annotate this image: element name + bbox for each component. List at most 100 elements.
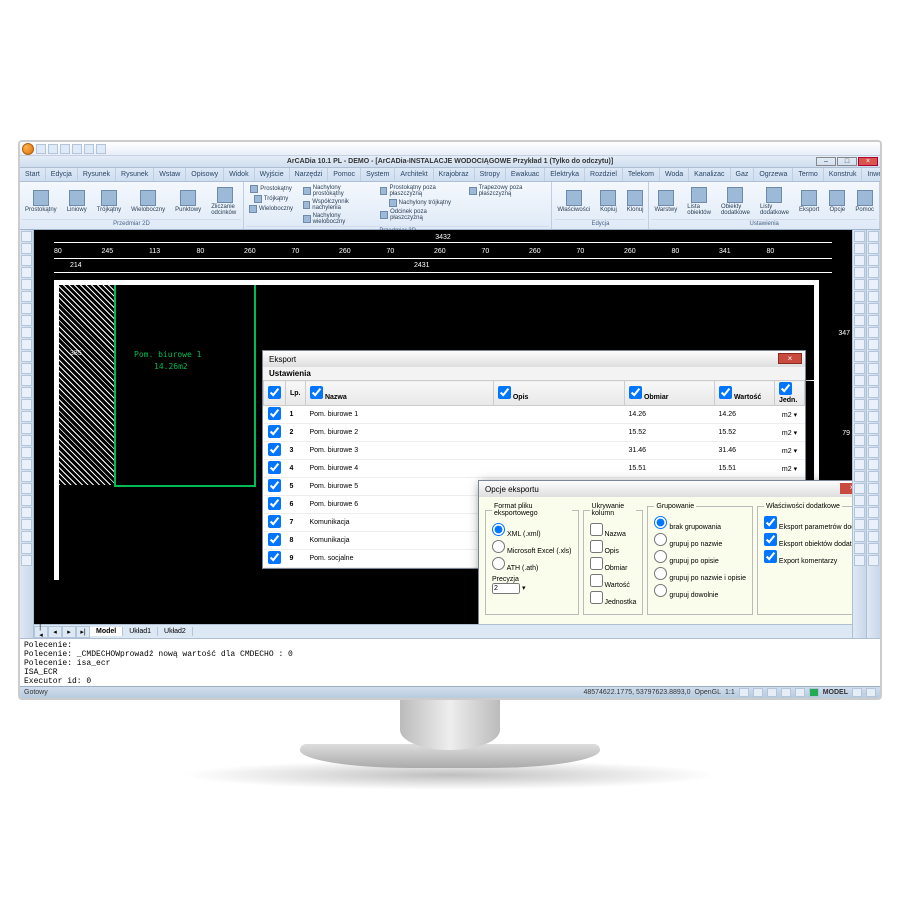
tool-btn[interactable] — [21, 279, 32, 290]
format-xml[interactable]: XML (.xml) — [492, 523, 572, 538]
wlasciwosci-check[interactable]: Eksport parametrów dodatkowych — [764, 516, 852, 531]
table-row[interactable]: 2Pom. biurowe 215.5215.52m2 ▾ — [264, 424, 805, 442]
tool-btn[interactable] — [854, 519, 865, 530]
tab-gaz[interactable]: Gaz — [731, 168, 755, 181]
wlasciwosci-check[interactable]: Eksport obiektów dodatkowych — [764, 533, 852, 548]
tab-elektryka[interactable]: Elektryka — [545, 168, 585, 181]
tool-btn[interactable] — [21, 411, 32, 422]
tool-btn[interactable] — [868, 423, 879, 434]
tab-system[interactable]: System — [361, 168, 395, 181]
tab-konstruk[interactable]: Konstruk — [824, 168, 863, 181]
tool-btn[interactable] — [854, 483, 865, 494]
ribbon-btn[interactable]: Pomoc — [852, 184, 877, 219]
table-row[interactable]: 1Pom. biurowe 114.2614.26m2 ▾ — [264, 406, 805, 424]
sheet-next[interactable]: ▸ — [62, 626, 76, 638]
ribbon-btn[interactable]: Zliczanie odcinków — [208, 184, 241, 219]
ukrywanie-check[interactable]: Jednostka — [590, 591, 637, 606]
tool-btn[interactable] — [21, 555, 32, 566]
tool-btn[interactable] — [21, 447, 32, 458]
status-btn[interactable] — [852, 688, 862, 697]
tool-btn[interactable] — [868, 315, 879, 326]
tool-btn[interactable] — [854, 315, 865, 326]
tool-btn[interactable] — [21, 363, 32, 374]
ribbon-btn[interactable]: Liniowy — [64, 184, 90, 219]
tool-btn[interactable] — [854, 339, 865, 350]
sheet-first[interactable]: |◂ — [34, 626, 48, 638]
tool-btn[interactable] — [21, 315, 32, 326]
status-btn[interactable] — [753, 688, 763, 697]
tool-btn[interactable] — [854, 435, 865, 446]
wlasciwosci-check[interactable]: Export komentarzy — [764, 550, 852, 565]
tab-wstaw[interactable]: Wstaw — [154, 168, 186, 181]
tab-wyjście[interactable]: Wyjście — [255, 168, 290, 181]
tool-btn[interactable] — [21, 339, 32, 350]
tool-btn[interactable] — [868, 507, 879, 518]
table-row[interactable]: 4Pom. biurowe 415.5115.51m2 ▾ — [264, 460, 805, 478]
tool-btn[interactable] — [854, 411, 865, 422]
ribbon-btn[interactable]: Warstwy — [651, 184, 680, 219]
drawing-canvas[interactable]: 3432 80245113802607026070260702607026080… — [34, 230, 852, 624]
qat-new[interactable] — [36, 144, 46, 154]
eksport-close-button[interactable]: × — [778, 353, 802, 364]
grupowanie-radio[interactable]: brak grupowania — [654, 516, 746, 531]
close-button[interactable]: × — [858, 157, 878, 166]
tool-btn[interactable] — [854, 507, 865, 518]
tab-opisowy[interactable]: Opisowy — [186, 168, 224, 181]
tool-btn[interactable] — [854, 363, 865, 374]
tool-btn[interactable] — [21, 375, 32, 386]
precyzja-input[interactable] — [492, 583, 520, 594]
sheet-model[interactable]: Model — [90, 627, 123, 636]
tool-btn[interactable] — [868, 375, 879, 386]
tool-btn[interactable] — [854, 243, 865, 254]
tool-btn[interactable] — [868, 447, 879, 458]
tab-termo[interactable]: Termo — [793, 168, 823, 181]
tool-btn[interactable] — [868, 411, 879, 422]
header-checkbox[interactable] — [268, 386, 281, 399]
table-row[interactable]: 3Pom. biurowe 331.4631.46m2 ▾ — [264, 442, 805, 460]
tool-btn[interactable] — [868, 231, 879, 242]
ribbon-btn[interactable]: Trójkątny — [94, 184, 124, 219]
tool-btn[interactable] — [21, 495, 32, 506]
format-ath[interactable]: ATH (.ath) — [492, 557, 572, 572]
tab-ewakuac[interactable]: Ewakuac — [506, 168, 545, 181]
tool-btn[interactable] — [21, 423, 32, 434]
tool-btn[interactable] — [868, 351, 879, 362]
tool-btn[interactable] — [21, 543, 32, 554]
tool-btn[interactable] — [868, 483, 879, 494]
ribbon-btn[interactable]: Współczynnik nachylenia — [300, 198, 373, 212]
ukrywanie-check[interactable]: Opis — [590, 540, 637, 555]
tab-pomoc[interactable]: Pomoc — [328, 168, 361, 181]
ribbon-btn[interactable]: Nachylony prostokątny — [300, 184, 373, 198]
qat-open[interactable] — [48, 144, 58, 154]
tab-widok[interactable]: Widok — [224, 168, 254, 181]
sheet-uklad2[interactable]: Układ2 — [158, 627, 193, 636]
tool-btn[interactable] — [854, 495, 865, 506]
status-btn[interactable] — [781, 688, 791, 697]
grupowanie-radio[interactable]: grupuj dowolnie — [654, 584, 746, 599]
ribbon-btn[interactable]: Nachylony trójkątny — [377, 198, 462, 208]
tool-btn[interactable] — [868, 435, 879, 446]
grupowanie-radio[interactable]: grupuj po nazwie — [654, 533, 746, 548]
grupowanie-radio[interactable]: grupuj po nazwie i opisie — [654, 567, 746, 582]
tool-btn[interactable] — [854, 399, 865, 410]
tab-krajobraz[interactable]: Krajobraz — [434, 168, 475, 181]
tool-btn[interactable] — [854, 231, 865, 242]
sheet-last[interactable]: ▸| — [76, 626, 90, 638]
tab-rozdziel[interactable]: Rozdziel — [585, 168, 623, 181]
tool-btn[interactable] — [868, 555, 879, 566]
tool-btn[interactable] — [868, 495, 879, 506]
tool-btn[interactable] — [21, 519, 32, 530]
status-btn[interactable] — [767, 688, 777, 697]
ribbon-btn[interactable]: Odcinek poza płaszczyzną — [377, 208, 462, 222]
ribbon-btn[interactable]: Trójkątny — [246, 194, 296, 204]
tool-btn[interactable] — [21, 303, 32, 314]
ribbon-btn[interactable]: Klonuj — [624, 184, 647, 219]
tool-btn[interactable] — [854, 459, 865, 470]
tool-btn[interactable] — [854, 543, 865, 554]
tool-btn[interactable] — [21, 327, 32, 338]
ribbon-btn[interactable]: Listy dodatkowe — [757, 184, 792, 219]
tool-btn[interactable] — [21, 507, 32, 518]
tool-btn[interactable] — [854, 303, 865, 314]
ribbon-btn[interactable]: Eksport — [796, 184, 822, 219]
ribbon-btn[interactable]: Właściwości — [554, 184, 593, 219]
